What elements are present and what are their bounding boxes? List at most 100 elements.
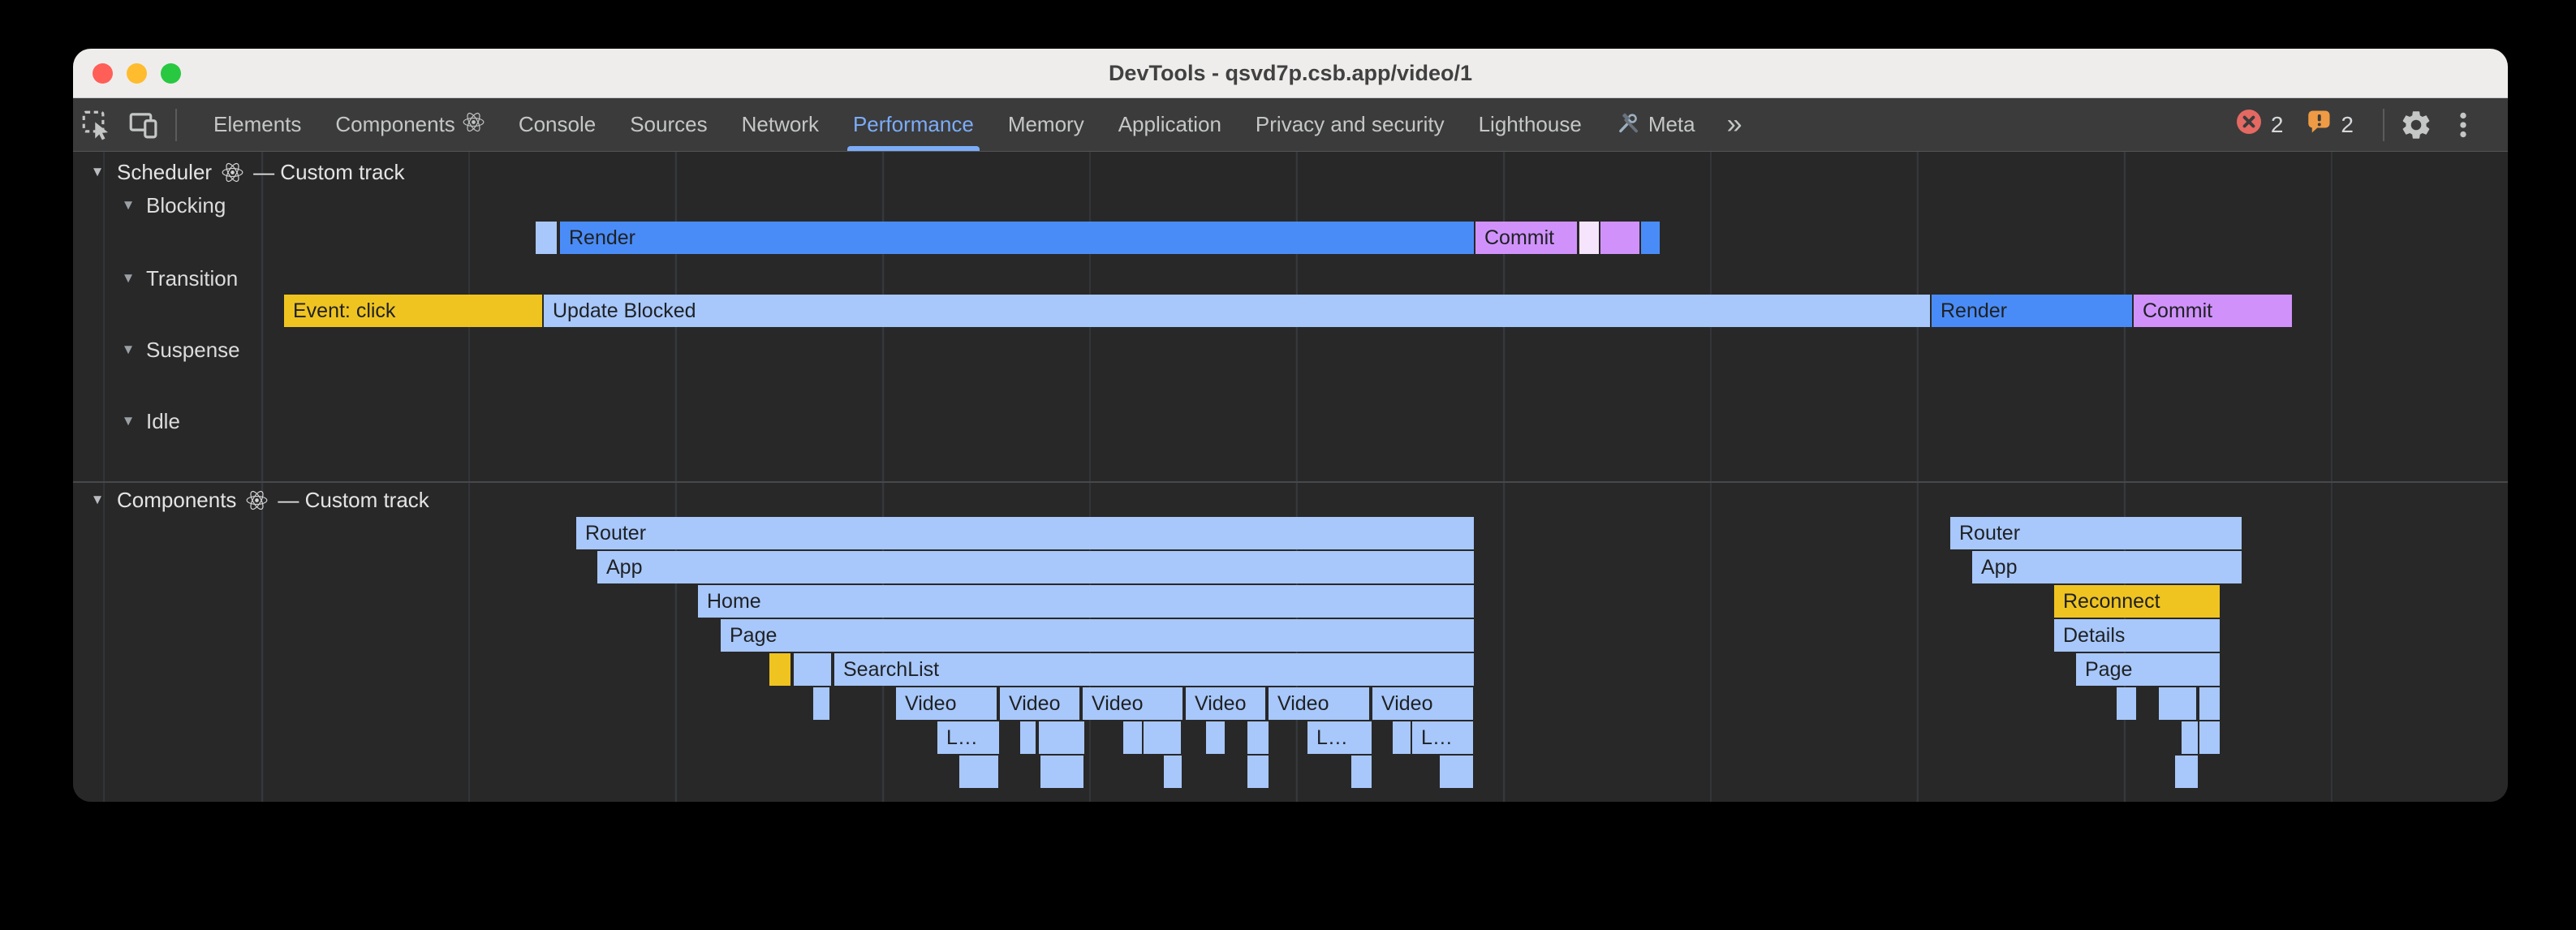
track-header-components[interactable]: ▼Components— Custom track <box>88 486 429 514</box>
lane-label-transition[interactable]: ▼Transition <box>118 265 238 291</box>
track-header-scheduler[interactable]: ▼Scheduler— Custom track <box>88 158 404 186</box>
flame-bar-update-blocked[interactable]: Update Blocked <box>544 295 1930 327</box>
warning-count: 2 <box>2341 112 2354 138</box>
tab-label: Memory <box>1008 112 1084 137</box>
flame-bar[interactable] <box>1247 756 1269 788</box>
flame-bar-render[interactable]: Render <box>560 222 1474 254</box>
collapse-triangle-icon[interactable]: ▼ <box>118 197 138 213</box>
flame-bar[interactable] <box>1351 756 1372 788</box>
flame-bar[interactable] <box>1641 222 1660 254</box>
tab-privacy-and-security[interactable]: Privacy and security <box>1238 98 1462 151</box>
tab-network[interactable]: Network <box>725 98 836 151</box>
flame-bar[interactable] <box>1123 721 1142 754</box>
flame-bar[interactable] <box>1579 222 1599 254</box>
flame-bar-render[interactable]: Render <box>1932 295 2132 327</box>
flame-bar-commit[interactable]: Commit <box>2134 295 2292 327</box>
flame-bar-page[interactable]: Page <box>2076 653 2220 686</box>
flame-bar[interactable] <box>1040 756 1083 788</box>
collapse-triangle-icon[interactable]: ▼ <box>118 413 138 429</box>
react-icon <box>246 489 268 511</box>
tab-application[interactable]: Application <box>1101 98 1238 151</box>
flame-bar[interactable] <box>1144 721 1181 754</box>
more-options-kebab-icon[interactable] <box>2440 101 2487 149</box>
console-warnings-button[interactable]: 2 <box>2304 107 2354 142</box>
error-icon <box>2234 107 2264 142</box>
flame-bar[interactable] <box>536 222 557 254</box>
flame-bar-reconnect[interactable]: Reconnect <box>2054 585 2220 618</box>
flame-bar-page[interactable]: Page <box>721 619 1474 652</box>
flame-bar[interactable] <box>2182 721 2198 754</box>
tab-label: Console <box>519 112 596 137</box>
track-section-divider <box>73 481 2508 483</box>
lane-label-suspense[interactable]: ▼Suspense <box>118 337 240 363</box>
performance-flame-chart[interactable]: ▼Scheduler— Custom track▼BlockingRenderC… <box>73 152 2508 802</box>
tab-label: Performance <box>853 112 974 137</box>
flame-bar-video[interactable]: Video <box>1269 687 1369 720</box>
track-name: Scheduler <box>117 160 212 185</box>
flame-bar-details[interactable]: Details <box>2054 619 2220 652</box>
flame-bar-l[interactable]: L… <box>1412 721 1473 754</box>
flame-bar[interactable] <box>2175 756 2198 788</box>
window-titlebar: DevTools - qsvd7p.csb.app/video/1 <box>73 49 2508 98</box>
flame-bar-event-click[interactable]: Event: click <box>284 295 542 327</box>
flame-bar-l[interactable]: L… <box>937 721 999 754</box>
flame-bar[interactable] <box>2159 687 2196 720</box>
flame-bar[interactable] <box>1206 721 1225 754</box>
lane-name: Blocking <box>146 193 226 218</box>
lane-label-idle[interactable]: ▼ Idle <box>118 408 180 434</box>
device-toolbar-icon[interactable] <box>120 101 167 149</box>
flame-bar[interactable] <box>1164 756 1182 788</box>
flame-bar[interactable] <box>2199 687 2220 720</box>
collapse-triangle-icon[interactable]: ▼ <box>118 270 138 286</box>
devtools-window: DevTools - qsvd7p.csb.app/video/1 Elemen… <box>73 49 2508 802</box>
collapse-triangle-icon[interactable]: ▼ <box>88 492 107 508</box>
flame-bar-home[interactable]: Home <box>698 585 1474 618</box>
lane-label-blocking[interactable]: ▼ Blocking <box>118 192 226 218</box>
tab-meta[interactable]: Meta <box>1599 98 1712 151</box>
tab-sources[interactable]: Sources <box>613 98 724 151</box>
flame-bar[interactable] <box>813 687 829 720</box>
tab-memory[interactable]: Memory <box>991 98 1101 151</box>
flame-bar-searchlist[interactable]: SearchList <box>834 653 1474 686</box>
flame-bar[interactable] <box>2199 721 2220 754</box>
tab-label: Application <box>1118 112 1221 137</box>
toolbar-right-cluster: 2 2 <box>2234 101 2508 149</box>
flame-bar-video[interactable]: Video <box>1083 687 1182 720</box>
console-errors-button[interactable]: 2 <box>2234 107 2284 142</box>
flame-bar-app[interactable]: App <box>597 551 1474 583</box>
inspect-element-icon[interactable] <box>73 101 120 149</box>
flame-bar[interactable] <box>1440 756 1473 788</box>
track-name: Components <box>117 488 236 513</box>
lane-name: Idle <box>146 409 180 434</box>
settings-gear-icon[interactable] <box>2393 101 2440 149</box>
flame-bar[interactable] <box>959 756 998 788</box>
collapse-triangle-icon[interactable]: ▼ <box>118 342 138 358</box>
flame-bar[interactable] <box>1600 222 1639 254</box>
devtools-toolbar: ElementsComponents Console SourcesNetwork P… <box>73 98 2508 152</box>
tab-elements[interactable]: Elements <box>196 98 318 151</box>
collapse-triangle-icon[interactable]: ▼ <box>88 164 107 180</box>
flame-bar-video[interactable]: Video <box>896 687 997 720</box>
tab-lighthouse[interactable]: Lighthouse <box>1462 98 1599 151</box>
flame-bar-router[interactable]: Router <box>1950 517 2242 549</box>
tab-console[interactable]: Console <box>502 98 613 151</box>
flame-bar[interactable] <box>1247 721 1269 754</box>
flame-bar[interactable] <box>769 653 790 686</box>
tab-performance[interactable]: Performance <box>836 98 991 151</box>
react-icon <box>222 161 243 183</box>
flame-bar[interactable] <box>1039 721 1084 754</box>
window-title: DevTools - qsvd7p.csb.app/video/1 <box>73 49 2508 97</box>
flame-bar-l[interactable]: L… <box>1307 721 1372 754</box>
flame-bar-app[interactable]: App <box>1972 551 2242 583</box>
flame-bar-commit[interactable]: Commit <box>1475 222 1577 254</box>
flame-bar[interactable] <box>1393 721 1411 754</box>
flame-bar[interactable] <box>2117 687 2136 720</box>
flame-bar[interactable] <box>794 653 831 686</box>
flame-bar-video[interactable]: Video <box>1372 687 1473 720</box>
tab-components[interactable]: Components <box>318 98 501 151</box>
flame-bar-router[interactable]: Router <box>576 517 1474 549</box>
flame-bar-video[interactable]: Video <box>1186 687 1265 720</box>
more-tabs-button[interactable]: » <box>1712 109 1759 140</box>
flame-bar-video[interactable]: Video <box>1000 687 1079 720</box>
flame-bar[interactable] <box>1020 721 1036 754</box>
